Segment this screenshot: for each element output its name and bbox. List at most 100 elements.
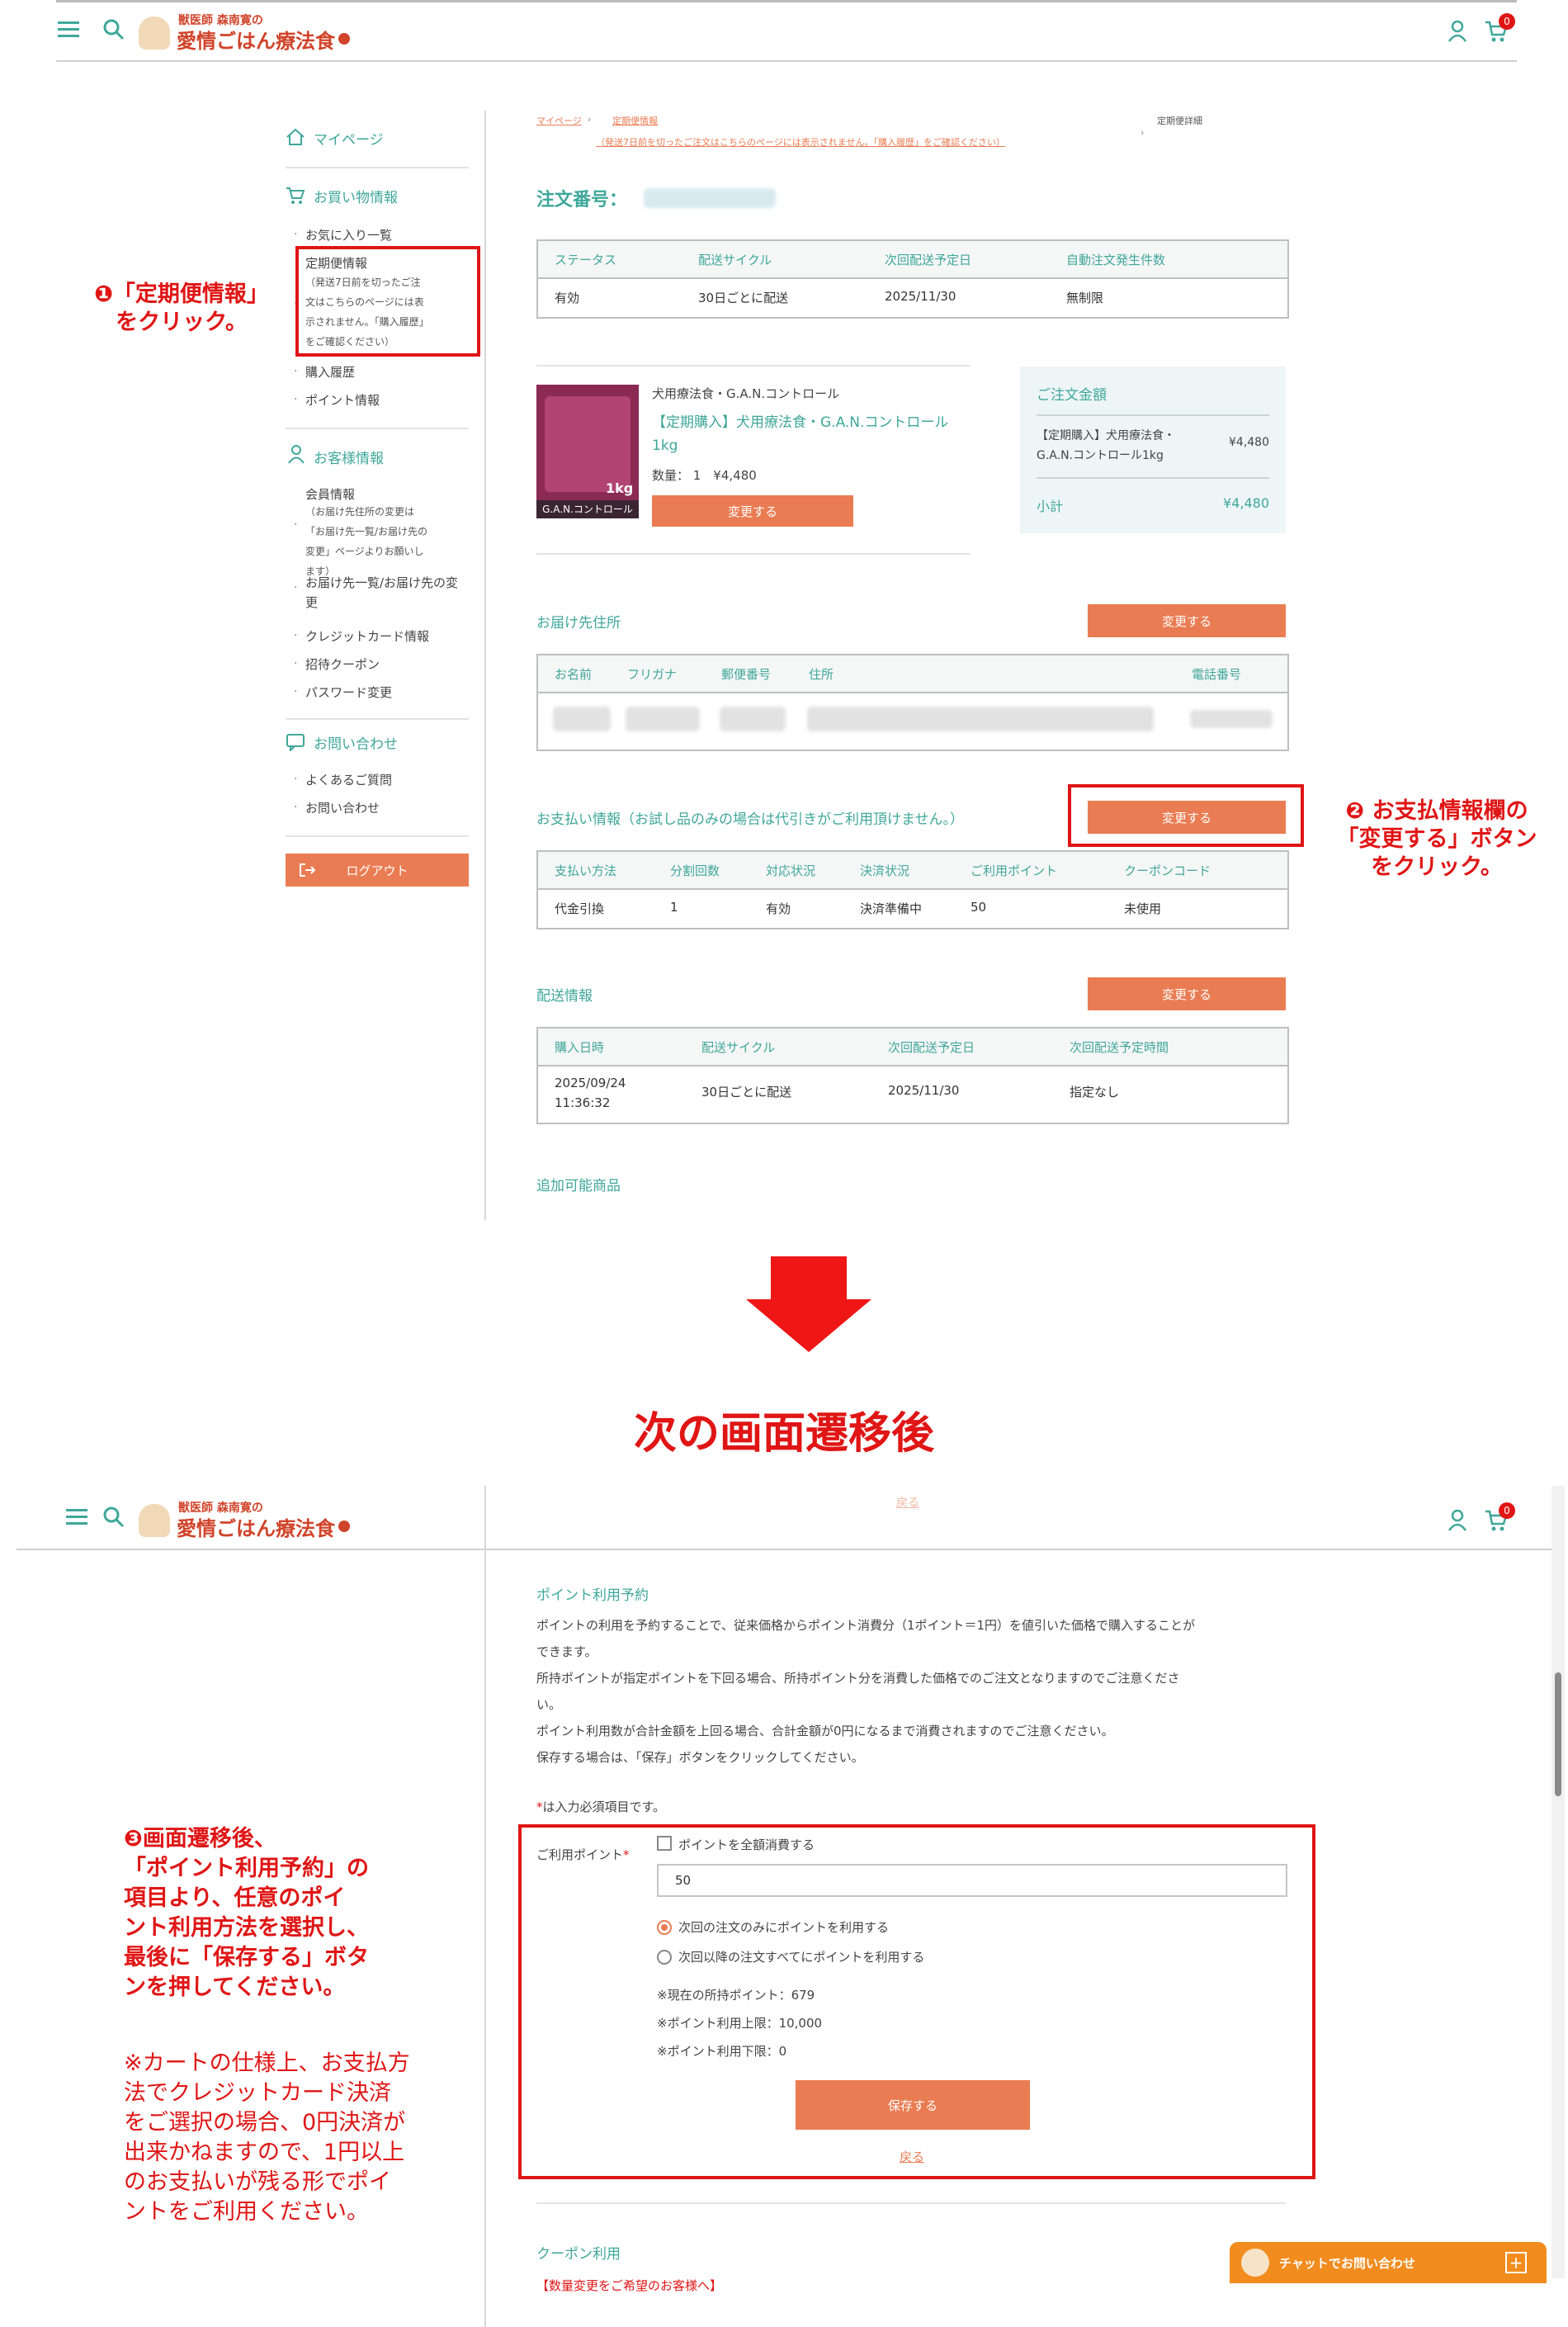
redacted-address: [807, 707, 1154, 731]
bottom-screenshot: 戻る 獣医師 森南寛の 愛情ごはん療法食 0 ポイント利用予約 ポイントの利用を…: [0, 1486, 1568, 2327]
product-rule-bottom: [536, 553, 971, 555]
product-image-size: 1kg: [606, 480, 634, 496]
td-purchase-date: 2025/09/24 11:36:32: [555, 1076, 626, 1110]
th-status: ステータス: [555, 253, 617, 267]
hamburger-menu-icon[interactable]: [66, 1507, 91, 1527]
chat-avatar-icon: [1241, 2249, 1269, 2277]
home-icon: [286, 128, 305, 145]
chat-expand-icon[interactable]: +: [1505, 2252, 1527, 2273]
th-next-date: 次回配送予定日: [885, 253, 972, 267]
use-all-points-checkbox[interactable]: [657, 1836, 672, 1851]
points-title: ポイント利用予約: [536, 1587, 649, 1604]
scrollbar-thumb[interactable]: [1555, 1672, 1561, 1796]
sidebar-item-favorites[interactable]: お気に入り一覧: [305, 226, 392, 244]
td-next-date: 2025/11/30: [885, 289, 956, 304]
delivery-table: お名前 フリガナ 郵便番号 住所 電話番号: [536, 654, 1289, 751]
sidebar-item-contact[interactable]: お問い合わせ: [305, 799, 380, 816]
summary-rule: [1037, 414, 1269, 416]
radio-all-future[interactable]: [657, 1950, 672, 1965]
th-cycle: 配送サイクル: [698, 253, 772, 267]
product-change-button[interactable]: 変更する: [652, 495, 853, 527]
redacted-postal: [720, 707, 786, 731]
order-number-value: [644, 188, 776, 208]
redacted-phone: [1190, 710, 1273, 728]
sidebar-item-address-list[interactable]: お届け先一覧/お届け先の変更: [305, 573, 470, 612]
th-phone: 電話番号: [1192, 667, 1242, 682]
td-cycle: 30日ごとに配送: [698, 291, 789, 305]
required-mark: *: [623, 1847, 630, 1862]
sidebar-item-password[interactable]: パスワード変更: [305, 683, 392, 701]
header-divider: [17, 1549, 1560, 1550]
td-method: 代金引換: [555, 901, 605, 916]
redacted-name: [553, 707, 611, 731]
sidebar-item-purchase-history[interactable]: 購入履歴: [305, 363, 355, 381]
sidebar-item-faq[interactable]: よくあるご質問: [305, 771, 392, 788]
max-points: ※ポイント利用上限：10,000: [657, 2016, 823, 2031]
radio-next-only[interactable]: [657, 1920, 672, 1935]
header-divider: [56, 60, 1517, 62]
logo-heart-icon: [338, 1521, 350, 1532]
points-desc-line: い。: [536, 1697, 562, 1712]
breadcrumb-mypage[interactable]: マイページ: [536, 114, 582, 127]
hamburger-menu-icon[interactable]: [58, 20, 83, 40]
sidebar-member-note: （お届け先住所の変更は「お届け先一覧/お届け先の変更」ページよりお願いします）: [305, 506, 428, 577]
product-name-link[interactable]: 【定期購入】犬用療法食・G.A.N.コントロール1kg: [652, 411, 974, 457]
search-icon[interactable]: [102, 1506, 125, 1529]
payment-title: お支払い情報（お試し品のみの場合は代引きがご利用頂けません。）: [536, 811, 964, 828]
breadcrumb: マイページ › 定期便情報 （発送7日前を切ったご注文はこちらのページには表示さ…: [536, 114, 1279, 155]
user-icon[interactable]: [1448, 20, 1467, 43]
content-divider: [484, 1486, 486, 2327]
bullet: ·: [294, 365, 298, 378]
order-summary-box: ご注文金額 【定期購入】犬用療法食・G.A.N.コントロール1kg ¥4,480…: [1020, 367, 1286, 533]
th-postal: 郵便番号: [721, 667, 772, 682]
logout-label: ログアウト: [346, 863, 409, 878]
points-input[interactable]: [657, 1864, 1287, 1897]
product-rule-top: [536, 365, 971, 367]
back-link-top[interactable]: 戻る: [896, 1494, 919, 1511]
radio-next-only-dot: [661, 1924, 668, 1931]
current-points: ※現在の所持ポイント：679: [657, 1988, 815, 2003]
sidebar-item-mypage[interactable]: マイページ: [314, 128, 384, 149]
logout-button[interactable]: ログアウト: [286, 854, 469, 887]
bullet: ·: [294, 801, 298, 814]
bullet: ·: [294, 629, 298, 642]
product-image-caption: G.A.N.コントロール: [536, 500, 639, 518]
bullet: ·: [294, 657, 298, 670]
chat-widget-label: チャットでお問い合わせ: [1279, 2256, 1415, 2271]
shopping-cart-icon: [286, 187, 305, 204]
order-number-label: 注文番号：: [536, 190, 628, 210]
annotation-step3: ❸画面遷移後、 「ポイント利用予約」の 項目より、任意のポイ ント利用方法を選択…: [124, 1826, 369, 2000]
save-button[interactable]: 保存する: [796, 2080, 1030, 2130]
delivery-change-button[interactable]: 変更する: [1088, 604, 1286, 637]
down-arrow-icon: [746, 1256, 871, 1352]
radio-all-future-label[interactable]: 次回以降の注文すべてにポイントを利用する: [678, 1948, 924, 1965]
shipping-change-button[interactable]: 変更する: [1088, 977, 1286, 1010]
search-icon[interactable]: [102, 18, 125, 41]
bullet: ·: [294, 773, 298, 786]
back-link[interactable]: 戻る: [900, 2148, 924, 2165]
th-name: お名前: [555, 667, 593, 682]
bullet: ·: [294, 393, 298, 406]
use-all-points-label[interactable]: ポイントを全額消費する: [678, 1836, 815, 1853]
site-logo[interactable]: 獣医師 森南寛の 愛情ごはん療法食: [139, 12, 353, 53]
chat-widget[interactable]: チャットでお問い合わせ +: [1230, 2242, 1547, 2283]
th-installments: 分割回数: [670, 863, 720, 878]
scrollbar-track[interactable]: [1551, 1486, 1565, 2278]
top-border: [56, 0, 1517, 2]
user-icon[interactable]: [1448, 1509, 1467, 1532]
summary-subtotal: ¥4,480: [1223, 495, 1269, 511]
site-logo[interactable]: 獣医師 森南寛の 愛情ごはん療法食: [139, 1499, 353, 1540]
sidebar-item-coupon[interactable]: 招待クーポン: [305, 655, 380, 673]
td-auto-count: 無制限: [1066, 291, 1104, 305]
required-note: *は入力必須項目です。: [536, 1798, 665, 1815]
sidebar-item-member-info[interactable]: 会員情報: [305, 485, 355, 503]
breadcrumb-subscription-note[interactable]: （発送7日前を切ったご注文はこちらのページには表示されません。「購入履歴」をご確…: [596, 135, 1005, 149]
points-field-label: ご利用ポイント*: [536, 1846, 630, 1863]
th-used-points: ご利用ポイント: [971, 863, 1058, 878]
sidebar-item-credit-card[interactable]: クレジットカード情報: [305, 627, 429, 645]
radio-next-only-label[interactable]: 次回の注文のみにポイントを利用する: [678, 1918, 889, 1936]
logout-icon: [300, 863, 316, 877]
breadcrumb-subscription[interactable]: 定期便情報: [612, 114, 658, 127]
td-ship-cycle: 30日ごとに配送: [701, 1085, 792, 1100]
sidebar-item-points[interactable]: ポイント情報: [305, 391, 380, 409]
